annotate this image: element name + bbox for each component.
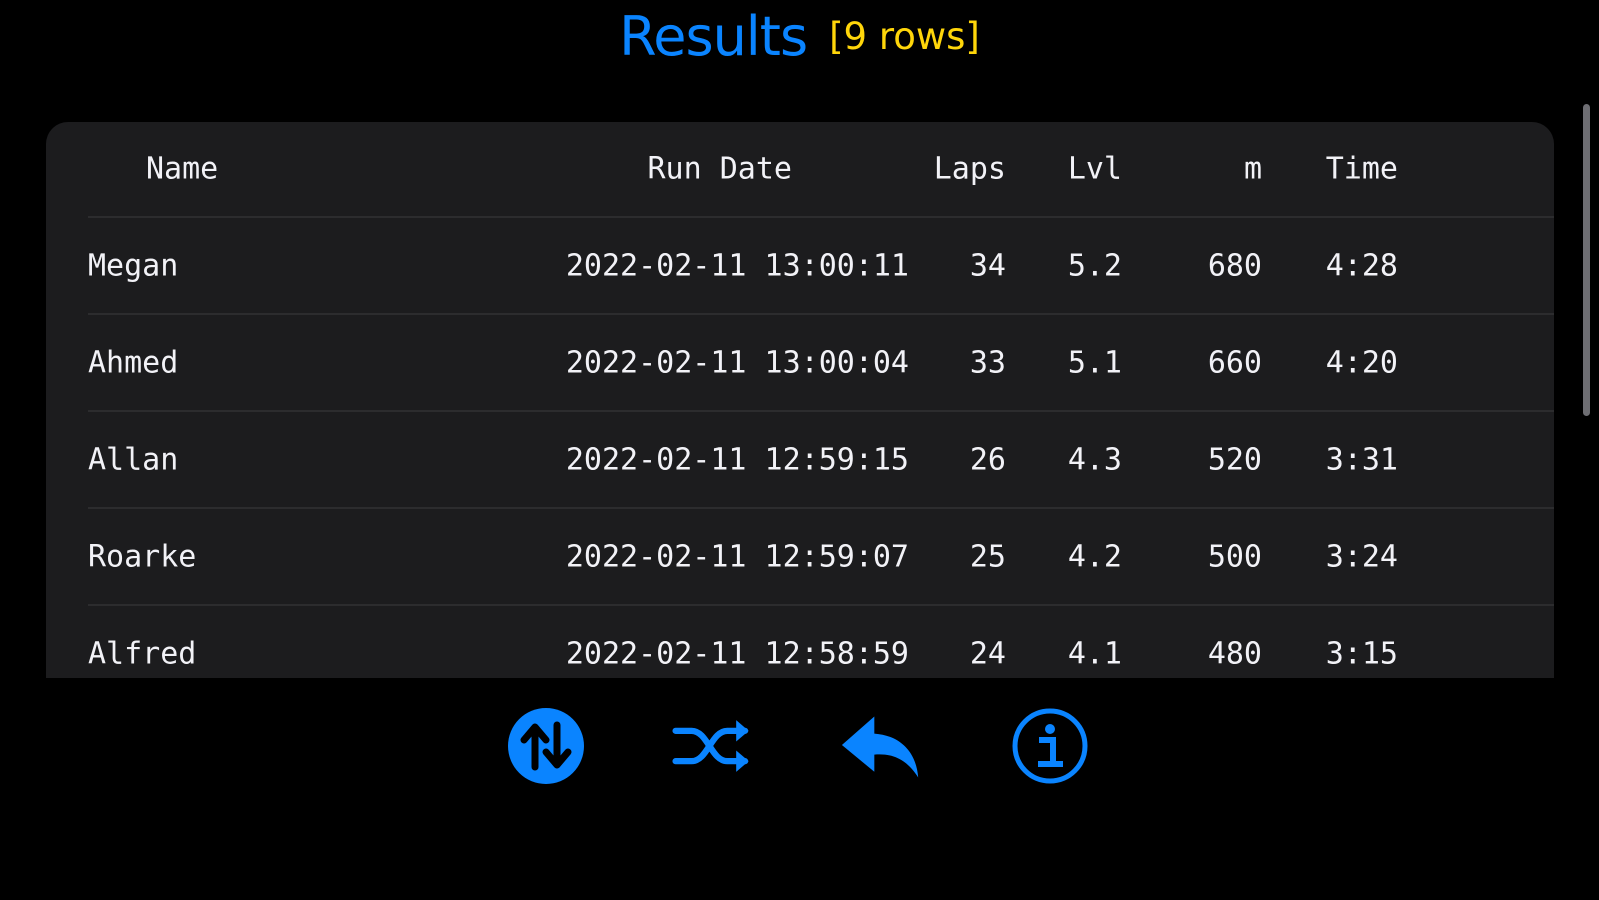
vertical-scrollbar[interactable] [1583,104,1590,416]
cell-time: 4:20 [1325,345,1398,381]
cell-lvl: 4.2 [1067,539,1122,575]
shuffle-icon [672,720,749,772]
cell-lvl: 4.1 [1067,636,1122,672]
cell-m: 500 [1207,539,1262,575]
table-row[interactable]: Allan 2022-02-11 12:59:15 26 4.3 520 3:3… [46,412,1554,508]
cell-name: Allan [88,442,179,478]
cell-time: 3:24 [1325,539,1398,575]
cell-laps: 25 [969,539,1006,575]
cell-run-date: 2022-02-11 12:59:15 [565,442,909,478]
cell-name: Roarke [88,539,197,575]
table-row[interactable]: Megan 2022-02-11 13:00:11 34 5.2 680 4:2… [46,218,1554,314]
cell-laps: 33 [969,345,1006,381]
column-header-name[interactable]: Name [146,152,218,187]
cell-run-date: 2022-02-11 12:59:07 [565,539,909,575]
cell-name: Ahmed [88,345,179,381]
table-row[interactable]: Roarke 2022-02-11 12:59:07 25 4.2 500 3:… [46,509,1554,605]
column-header-time[interactable]: Time [1326,152,1398,187]
cell-name: Megan [88,248,179,284]
column-header-run-date[interactable]: Run Date [648,152,793,187]
column-header-m[interactable]: m [1244,152,1262,187]
sort-button[interactable] [505,705,587,787]
cell-run-date: 2022-02-11 13:00:04 [565,345,909,381]
table-row[interactable]: Ahmed 2022-02-11 13:00:04 33 5.1 660 4:2… [46,315,1554,411]
page-title: Results [619,4,808,68]
cell-time: 3:15 [1325,636,1398,672]
reply-icon [841,716,919,778]
column-header-laps[interactable]: Laps [934,152,1006,187]
cell-time: 4:28 [1325,248,1398,284]
cell-laps: 26 [969,442,1006,478]
info-icon [1012,708,1088,784]
cell-lvl: 4.3 [1067,442,1122,478]
title-bar: Results [9 rows] [0,0,1599,72]
cell-run-date: 2022-02-11 12:58:59 [565,636,909,672]
cell-run-date: 2022-02-11 13:00:11 [565,248,909,284]
info-button[interactable] [1009,705,1091,787]
cell-time: 3:31 [1325,442,1398,478]
cell-name: Alfred [88,636,197,672]
cell-laps: 34 [969,248,1006,284]
cell-m: 520 [1207,442,1262,478]
table-header: Name Run Date Laps Lvl m Time [46,122,1554,216]
action-toolbar [0,705,1599,787]
shuffle-button[interactable] [672,705,754,787]
sort-icon [508,708,584,784]
reply-button[interactable] [840,705,922,787]
cell-lvl: 5.1 [1067,345,1122,381]
results-table[interactable]: Name Run Date Laps Lvl m Time Megan 2022… [46,122,1554,678]
cell-lvl: 5.2 [1067,248,1122,284]
cell-m: 660 [1207,345,1262,381]
cell-laps: 24 [969,636,1006,672]
table-row[interactable]: Alfred 2022-02-11 12:58:59 24 4.1 480 3:… [46,606,1554,678]
column-header-lvl[interactable]: Lvl [1068,152,1122,187]
row-count-badge: [9 rows] [829,14,980,58]
cell-m: 680 [1207,248,1262,284]
cell-m: 480 [1207,636,1262,672]
